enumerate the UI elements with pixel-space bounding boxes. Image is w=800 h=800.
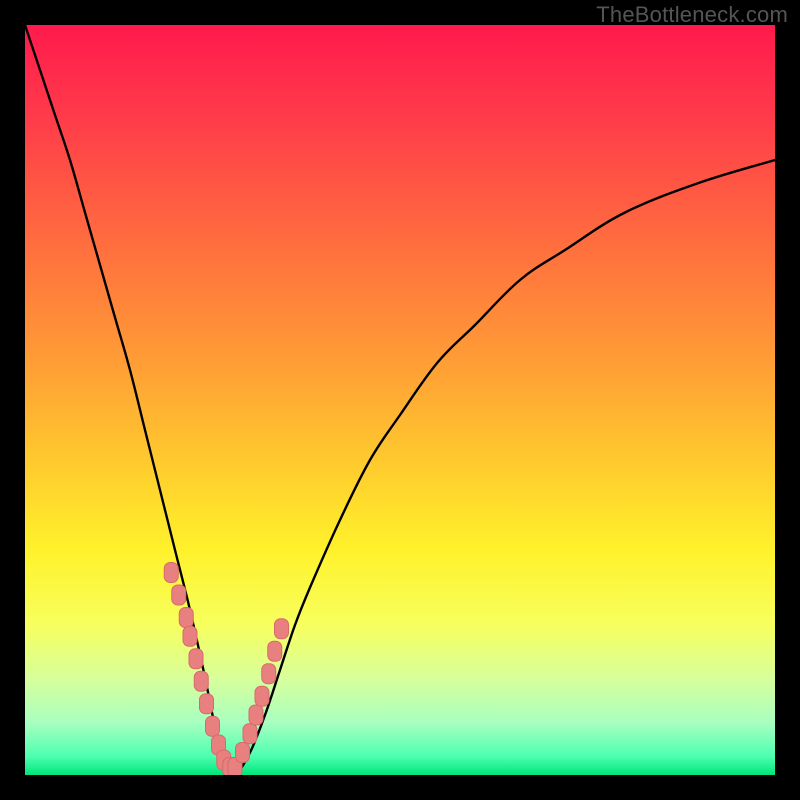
- sample-marker: [206, 716, 220, 736]
- sample-marker: [200, 694, 214, 714]
- sample-marker: [179, 608, 193, 628]
- sample-marker: [275, 619, 289, 639]
- sample-marker: [189, 649, 203, 669]
- sample-marker: [172, 585, 186, 605]
- chart-frame: TheBottleneck.com: [0, 0, 800, 800]
- sample-marker: [249, 705, 263, 725]
- sample-marker: [194, 671, 208, 691]
- curve-layer: [25, 25, 775, 775]
- sample-marker: [164, 563, 178, 583]
- sample-markers: [164, 563, 288, 776]
- sample-marker: [236, 743, 250, 763]
- sample-marker: [268, 641, 282, 661]
- sample-marker: [262, 664, 276, 684]
- sample-marker: [255, 686, 269, 706]
- plot-area: [25, 25, 775, 775]
- sample-marker: [183, 626, 197, 646]
- sample-marker: [243, 724, 257, 744]
- watermark-text: TheBottleneck.com: [596, 2, 788, 28]
- bottleneck-curve: [25, 25, 775, 775]
